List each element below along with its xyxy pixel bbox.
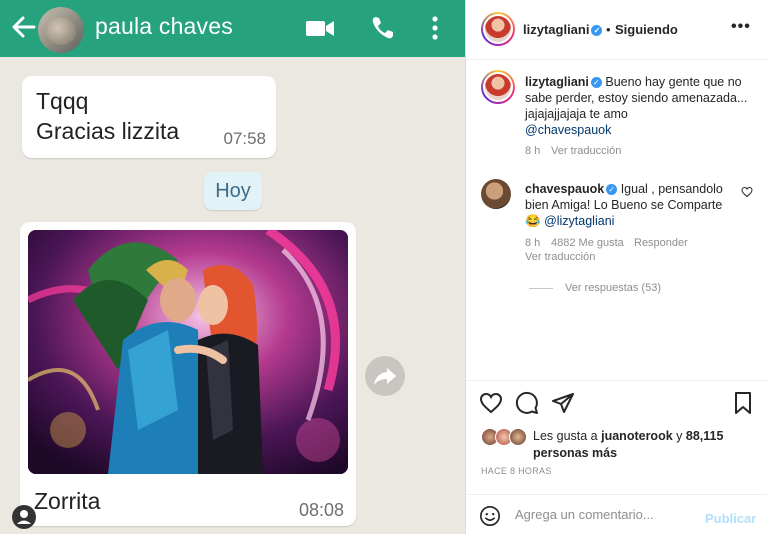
- photo-caption: Zorrita: [34, 488, 101, 514]
- likes-prefix: Les gusta a: [533, 429, 598, 443]
- comment-likes-count[interactable]: 4882 Me gusta: [551, 237, 624, 249]
- add-comment-bar: Publicar: [467, 494, 767, 534]
- comment-translate-link[interactable]: Ver traducción: [525, 251, 595, 263]
- message-text: Tqqq: [36, 88, 89, 114]
- photo-message-bubble[interactable]: Zorrita 08:08: [20, 222, 356, 526]
- publish-button[interactable]: Publicar: [705, 511, 756, 526]
- likes-connector: y: [676, 429, 683, 443]
- forward-button[interactable]: [365, 356, 405, 396]
- account-icon: [17, 510, 31, 524]
- account-button[interactable]: [12, 505, 36, 529]
- heart-icon[interactable]: [479, 391, 503, 415]
- instagram-post: lizytagliani ✓ • Siguiendo ••• lizytaglia…: [467, 0, 767, 534]
- caption-avatar[interactable]: [481, 70, 515, 104]
- replies-divider: [529, 288, 553, 289]
- verified-badge-icon: ✓: [591, 25, 603, 36]
- caption-translate-link[interactable]: Ver traducción: [551, 145, 621, 157]
- more-options-icon[interactable]: •••: [731, 18, 751, 36]
- caption-mention[interactable]: @chavespauok: [525, 123, 611, 137]
- video-call-icon[interactable]: [305, 14, 335, 42]
- view-replies-link[interactable]: Ver respuestas (53): [565, 282, 661, 294]
- post-header: lizytagliani ✓ • Siguiendo •••: [467, 0, 767, 60]
- day-separator: Hoy: [204, 172, 262, 210]
- verified-badge-icon: ✓: [590, 77, 602, 88]
- commenter-avatar[interactable]: [481, 179, 511, 209]
- reply-link[interactable]: Responder: [634, 237, 688, 249]
- more-vertical-icon[interactable]: [428, 14, 442, 42]
- shared-photo[interactable]: [28, 230, 348, 474]
- post-caption: lizytagliani ✓ Bueno hay gente que no sab…: [525, 74, 751, 138]
- post-time: HACE 8 HORAS: [481, 466, 552, 476]
- message-time: 07:58: [223, 129, 266, 148]
- message-bubble[interactable]: Tqqq Gracias lizzita 07:58: [22, 76, 276, 158]
- comment-input[interactable]: [515, 507, 695, 522]
- comment-mention[interactable]: @lizytagliani: [544, 214, 614, 228]
- comment: chavespauok ✓ Igual , pensandolo bien Ami…: [525, 181, 733, 229]
- message-text: Gracias lizzita: [36, 118, 180, 144]
- following-button[interactable]: Siguiendo: [615, 22, 678, 37]
- contact-name[interactable]: paula chaves: [95, 13, 233, 40]
- forward-icon: [374, 368, 396, 385]
- stage-kiss-photo: [28, 230, 348, 474]
- comment-username[interactable]: chavespauok: [525, 182, 604, 196]
- message-time: 08:08: [298, 500, 344, 520]
- comment-age: 8 h: [525, 237, 541, 249]
- likes-user[interactable]: juanoterook: [601, 429, 673, 443]
- chat-header: paula chaves: [0, 0, 465, 57]
- caption-username[interactable]: lizytagliani: [525, 75, 589, 89]
- separator-dot: •: [606, 22, 611, 37]
- caption-age: 8 h: [525, 145, 541, 157]
- comment-icon[interactable]: [515, 391, 539, 415]
- verified-badge-icon: ✓: [606, 184, 618, 195]
- likes-summary: Les gusta a juanoterook y 88,115 persona…: [533, 428, 753, 462]
- author-username-text: lizytagliani: [523, 22, 590, 37]
- post-actions: [467, 380, 767, 420]
- whatsapp-chat: paula chaves Tqqq Gracias lizzita 07:58 …: [0, 0, 466, 534]
- back-arrow-icon[interactable]: [10, 12, 36, 42]
- comment-like-icon[interactable]: [741, 186, 753, 198]
- liker-avatar[interactable]: [509, 428, 527, 446]
- author-avatar[interactable]: [481, 12, 515, 46]
- share-icon[interactable]: [551, 391, 575, 415]
- contact-avatar[interactable]: [38, 7, 84, 53]
- author-username[interactable]: lizytagliani ✓: [523, 22, 603, 37]
- phone-icon[interactable]: [370, 14, 396, 42]
- emoji-icon[interactable]: [479, 505, 501, 527]
- bookmark-icon[interactable]: [731, 391, 755, 415]
